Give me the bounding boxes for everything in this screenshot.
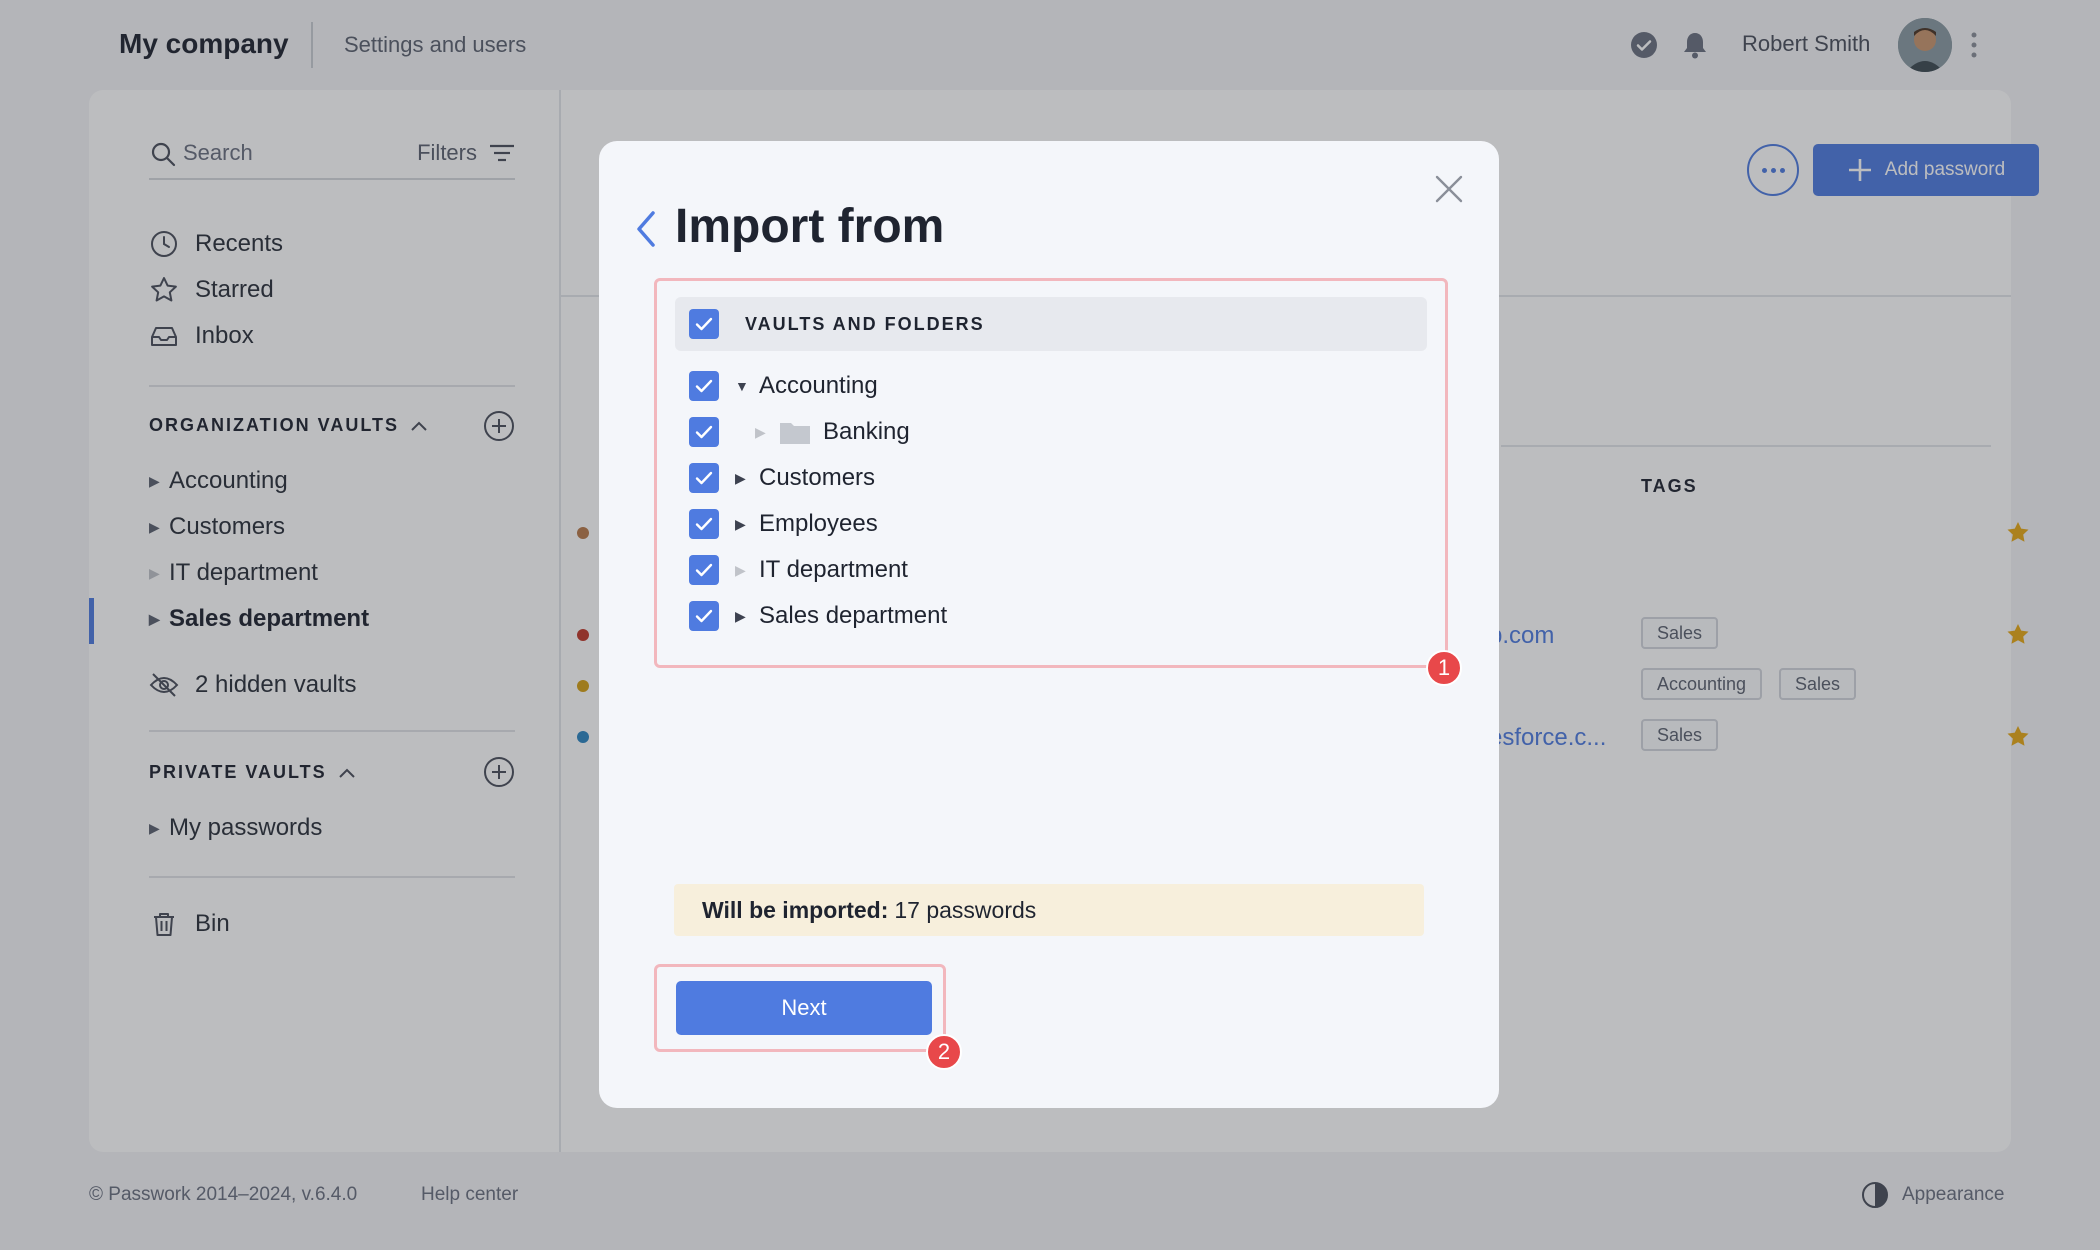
back-chevron-icon[interactable] bbox=[633, 209, 657, 249]
tree-item-it-department[interactable]: ▶ IT department bbox=[689, 553, 908, 587]
checkbox[interactable] bbox=[689, 417, 719, 447]
tree-item-sales-department[interactable]: ▶ Sales department bbox=[689, 599, 947, 633]
tree-item-accounting[interactable]: ▼ Accounting bbox=[689, 369, 878, 403]
vault-selection-box: VAULTS AND FOLDERS ▼ Accounting ▶ Bankin… bbox=[654, 278, 1448, 668]
check-icon bbox=[695, 517, 713, 531]
expand-arrow-icon: ▶ bbox=[735, 561, 746, 578]
expand-arrow-icon[interactable]: ▶ bbox=[735, 516, 759, 533]
expand-arrow-icon[interactable]: ▶ bbox=[735, 470, 759, 487]
import-summary-value: 17 passwords bbox=[894, 896, 1037, 923]
collapse-arrow-icon[interactable]: ▼ bbox=[735, 378, 759, 394]
check-icon bbox=[695, 563, 713, 577]
import-summary: Will be imported: 17 passwords bbox=[674, 884, 1424, 936]
checkbox[interactable] bbox=[689, 601, 719, 631]
close-icon[interactable] bbox=[1433, 173, 1465, 205]
tree-item-customers[interactable]: ▶ Customers bbox=[689, 461, 875, 495]
select-all-checkbox[interactable] bbox=[689, 309, 719, 339]
step-badge-2: 2 bbox=[926, 1034, 962, 1070]
check-icon bbox=[695, 379, 713, 393]
expand-arrow-icon[interactable]: ▶ bbox=[735, 608, 759, 625]
import-summary-label: Will be imported: bbox=[702, 896, 889, 923]
tree-item-employees[interactable]: ▶ Employees bbox=[689, 507, 878, 541]
checkbox[interactable] bbox=[689, 555, 719, 585]
tree-label: Sales department bbox=[759, 602, 948, 629]
tree-item-banking[interactable]: ▶ Banking bbox=[689, 415, 910, 449]
checkbox[interactable] bbox=[689, 463, 719, 493]
import-modal: Import from VAULTS AND FOLDERS ▼ Account… bbox=[599, 141, 1499, 1108]
tree-label: Banking bbox=[823, 418, 910, 445]
tree-label: Customers bbox=[759, 464, 876, 491]
vaults-and-folders-label: VAULTS AND FOLDERS bbox=[745, 314, 985, 334]
check-icon bbox=[695, 317, 713, 331]
check-icon bbox=[695, 471, 713, 485]
select-all-row[interactable]: VAULTS AND FOLDERS bbox=[675, 297, 1427, 351]
next-button[interactable]: Next bbox=[676, 981, 932, 1035]
tree-label: Employees bbox=[759, 510, 878, 537]
expand-arrow-icon: ▶ bbox=[755, 423, 766, 440]
tree-label: IT department bbox=[759, 556, 908, 583]
checkbox[interactable] bbox=[689, 509, 719, 539]
check-icon bbox=[695, 425, 713, 439]
next-highlight-box: Next bbox=[654, 964, 946, 1052]
check-icon bbox=[695, 609, 713, 623]
checkbox[interactable] bbox=[689, 371, 719, 401]
folder-icon bbox=[780, 423, 810, 444]
modal-title: Import from bbox=[675, 200, 945, 253]
step-badge-1: 1 bbox=[1426, 650, 1462, 686]
tree-label: Accounting bbox=[759, 372, 878, 399]
